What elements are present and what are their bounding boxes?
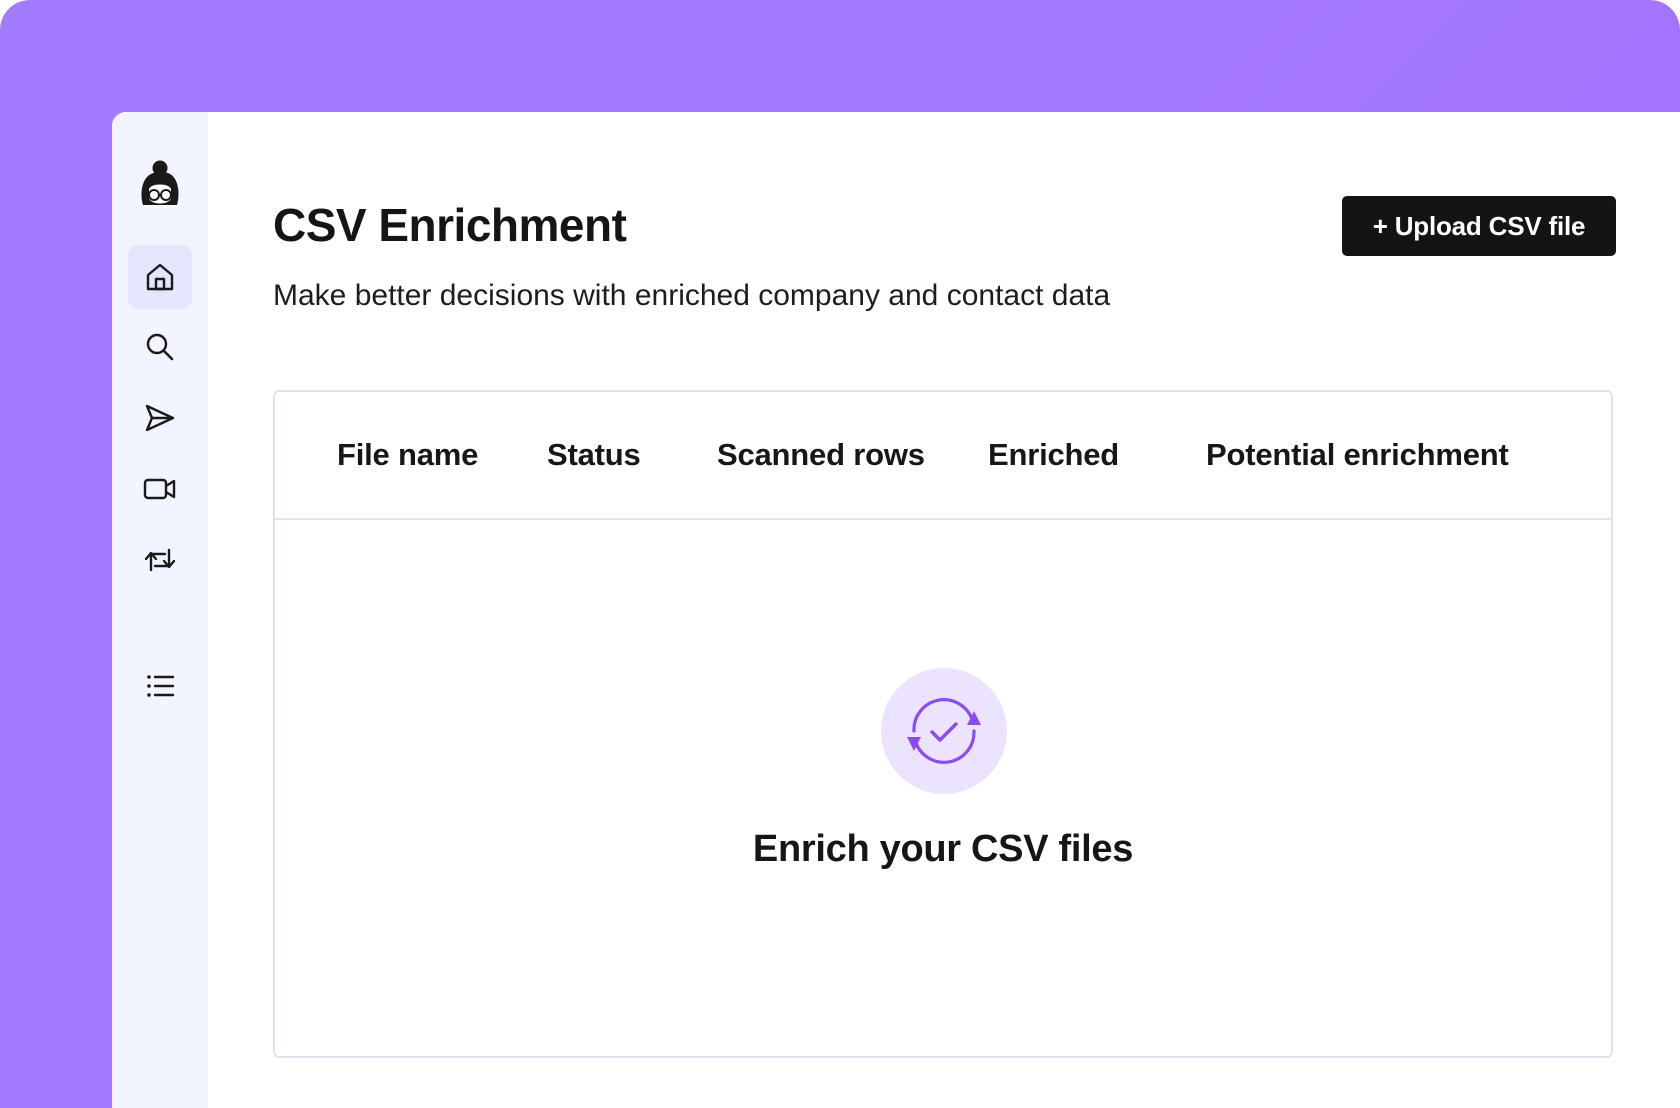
column-header-potential-enrichment[interactable]: Potential enrichment xyxy=(1206,437,1509,473)
table-header: File name Status Scanned rows Enriched P… xyxy=(275,392,1611,520)
list-icon xyxy=(147,675,175,697)
sidebar-item-send[interactable] xyxy=(128,386,192,450)
files-table: File name Status Scanned rows Enriched P… xyxy=(273,390,1613,1058)
repeat-icon xyxy=(144,548,176,572)
column-header-enriched[interactable]: Enriched xyxy=(988,437,1119,473)
sidebar-item-repeat[interactable] xyxy=(128,528,192,592)
page-title: CSV Enrichment xyxy=(273,199,627,251)
sidebar-item-search[interactable] xyxy=(128,315,192,379)
home-icon xyxy=(146,263,174,291)
column-header-file-name[interactable]: File name xyxy=(337,437,478,473)
sync-check-icon xyxy=(881,668,1007,794)
app-window: CSV Enrichment Make better decisions wit… xyxy=(112,112,1680,1108)
sidebar-item-video[interactable] xyxy=(128,457,192,521)
upload-csv-button[interactable]: + Upload CSV file xyxy=(1342,196,1616,256)
main-content: CSV Enrichment Make better decisions wit… xyxy=(208,112,1680,1108)
avatar-logo-icon[interactable] xyxy=(136,156,184,212)
sidebar xyxy=(112,112,208,1108)
page-subtitle: Make better decisions with enriched comp… xyxy=(273,279,1111,312)
video-icon xyxy=(143,478,176,500)
send-icon xyxy=(145,404,175,432)
search-icon xyxy=(146,333,174,361)
empty-state: Enrich your CSV files xyxy=(275,518,1611,1056)
column-header-status[interactable]: Status xyxy=(547,437,641,473)
empty-state-title: Enrich your CSV files xyxy=(752,828,1134,870)
sidebar-item-home[interactable] xyxy=(128,245,192,309)
column-header-scanned-rows[interactable]: Scanned rows xyxy=(717,437,925,473)
sidebar-item-list[interactable] xyxy=(128,654,192,718)
